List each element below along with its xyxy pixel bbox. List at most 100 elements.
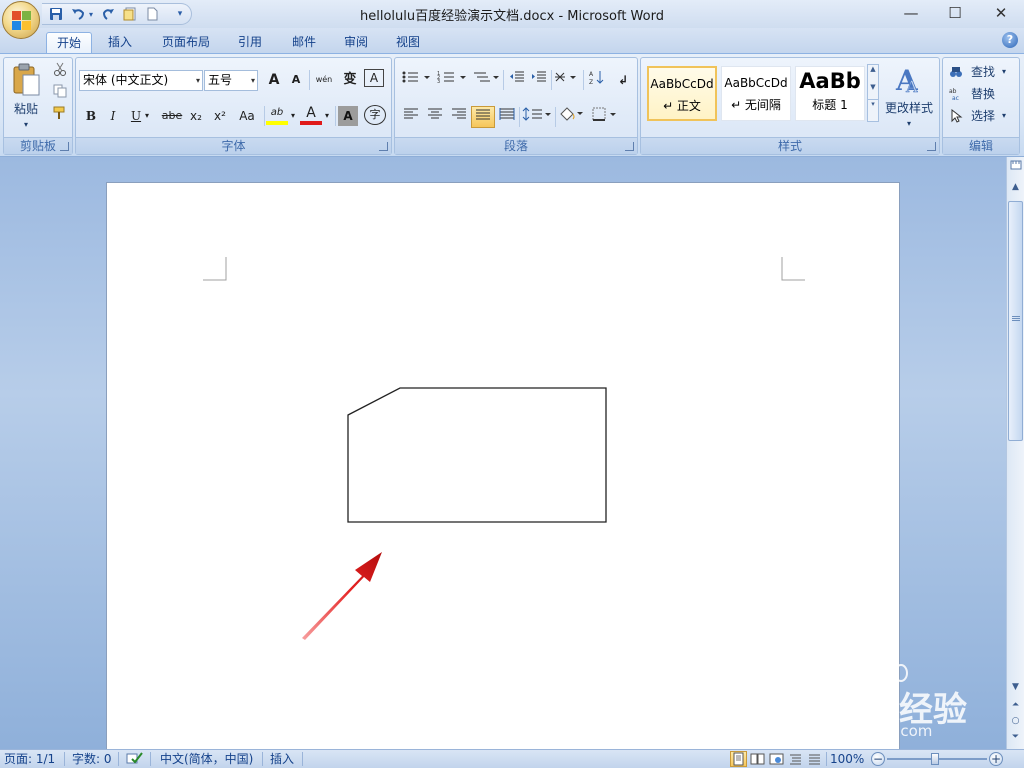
tab-view[interactable]: 视图: [386, 32, 430, 54]
font-color-button[interactable]: A: [300, 105, 322, 125]
word-count[interactable]: 字数: 0: [72, 751, 112, 768]
scroll-up-icon[interactable]: ▲: [1008, 179, 1023, 195]
char-change-button[interactable]: 变: [338, 69, 362, 91]
align-center-icon[interactable]: [423, 106, 447, 128]
highlight-dropdown-icon[interactable]: ▾: [288, 105, 298, 127]
page-count[interactable]: 页面: 1/1: [4, 751, 55, 768]
vertical-scrollbar[interactable]: ▲ ▼ ⏶ ○ ⏷: [1006, 157, 1024, 749]
office-logo-icon: [12, 11, 31, 30]
superscript-button[interactable]: x²: [208, 105, 232, 127]
maximize-button[interactable]: ☐: [940, 2, 970, 24]
tab-references[interactable]: 引用: [228, 32, 272, 54]
grow-font-button[interactable]: A: [262, 69, 286, 91]
zoom-in-button[interactable]: +: [989, 752, 1003, 766]
enclose-char-button[interactable]: 字: [364, 105, 386, 125]
chevron-down-icon: ▾: [1001, 67, 1006, 76]
select-label: 选择: [970, 109, 995, 123]
subscript-button[interactable]: x₂: [184, 105, 208, 127]
find-button[interactable]: 查找 ▾: [947, 62, 1017, 82]
scroll-thumb[interactable]: [1008, 201, 1023, 441]
pinyin-guide-button[interactable]: wén: [312, 69, 336, 91]
document-page[interactable]: [106, 182, 900, 752]
copy-icon[interactable]: [48, 83, 72, 105]
line-spacing-icon[interactable]: [521, 106, 553, 128]
tab-home[interactable]: 开始: [46, 32, 93, 54]
proofing-icon[interactable]: [126, 751, 144, 768]
select-browse-object-icon[interactable]: ○: [1008, 713, 1023, 729]
help-icon[interactable]: ?: [1002, 32, 1018, 48]
close-button[interactable]: ✕: [986, 2, 1016, 24]
multilevel-list-icon[interactable]: [471, 69, 501, 91]
zoom-slider-thumb[interactable]: [931, 753, 939, 765]
tab-mailings[interactable]: 邮件: [282, 32, 326, 54]
distribute-icon[interactable]: [495, 106, 519, 128]
style-no-spacing[interactable]: AaBbCcDd ↵ 无间隔: [721, 66, 791, 121]
paste-button[interactable]: 粘贴 ▾: [8, 61, 44, 133]
styles-gallery-scroll[interactable]: ▲ ▼ ▾: [867, 64, 879, 122]
outline-view-icon[interactable]: [787, 751, 804, 767]
snip-corner-rectangle-shape[interactable]: [347, 387, 609, 525]
ruler-toggle-icon[interactable]: [1008, 159, 1023, 175]
gallery-more-icon[interactable]: ▾: [868, 99, 878, 108]
bold-button[interactable]: B: [79, 105, 103, 127]
styles-launcher-icon[interactable]: [927, 142, 936, 151]
paragraph-launcher-icon[interactable]: [625, 142, 634, 151]
next-page-icon[interactable]: ⏷: [1008, 729, 1023, 745]
cut-icon[interactable]: [48, 61, 72, 83]
chevron-down-icon[interactable]: ▼: [868, 83, 878, 91]
font-launcher-icon[interactable]: [379, 142, 388, 151]
borders-icon[interactable]: [591, 106, 621, 128]
change-styles-button[interactable]: A A 更改样式 ▾: [881, 60, 937, 136]
decrease-indent-icon[interactable]: [505, 69, 529, 91]
strikethrough-button[interactable]: abe: [160, 105, 184, 127]
shrink-font-button[interactable]: A: [284, 69, 308, 91]
shading-bucket-icon[interactable]: [557, 106, 587, 128]
numbering-icon[interactable]: 123: [435, 69, 469, 91]
replace-button[interactable]: ab ac 替换: [947, 84, 1017, 104]
minimize-button[interactable]: —: [896, 2, 926, 24]
insert-mode-indicator[interactable]: 插入: [270, 751, 294, 768]
office-button[interactable]: [2, 1, 40, 39]
style-sample: AaBb: [799, 69, 861, 93]
text-highlight-button[interactable]: ab: [266, 105, 288, 125]
baidu-watermark: Baidu经验 jingyan.baidu.com: [790, 662, 980, 742]
font-color-dropdown-icon[interactable]: ▾: [322, 105, 332, 127]
tab-page-layout[interactable]: 页面布局: [152, 32, 220, 54]
italic-button[interactable]: I: [101, 105, 125, 127]
print-layout-view-icon[interactable]: [730, 751, 747, 767]
zoom-out-button[interactable]: −: [871, 752, 885, 766]
tab-insert[interactable]: 插入: [98, 32, 142, 54]
align-left-icon[interactable]: [399, 106, 423, 128]
underline-dropdown-icon[interactable]: ▾: [142, 105, 152, 127]
draft-view-icon[interactable]: [806, 751, 823, 767]
show-marks-icon[interactable]: ↲: [611, 69, 635, 91]
style-sample: AaBbCcDd: [724, 76, 788, 90]
tab-review[interactable]: 审阅: [334, 32, 378, 54]
bullets-icon[interactable]: [399, 69, 433, 91]
scroll-down-icon[interactable]: ▼: [1008, 679, 1023, 695]
clipboard-launcher-icon[interactable]: [60, 142, 69, 151]
align-right-icon[interactable]: [447, 106, 471, 128]
style-heading-1[interactable]: AaBb 标题 1: [795, 66, 865, 121]
language-indicator[interactable]: 中文(简体，中国): [160, 751, 253, 768]
full-screen-reading-view-icon[interactable]: [749, 751, 766, 767]
chevron-down-icon: ▾: [250, 76, 255, 85]
format-painter-icon[interactable]: [48, 105, 72, 127]
char-shading-button[interactable]: A: [338, 106, 358, 126]
font-size-combo[interactable]: 五号 ▾: [204, 70, 258, 91]
sort-icon[interactable]: AZ: [585, 69, 609, 91]
justify-icon[interactable]: [471, 106, 495, 128]
previous-page-icon[interactable]: ⏶: [1008, 697, 1023, 713]
web-layout-view-icon[interactable]: [768, 751, 785, 767]
increase-indent-icon[interactable]: [527, 69, 551, 91]
style-normal[interactable]: AaBbCcDd ↵ 正文: [647, 66, 717, 121]
change-case-button[interactable]: Aa: [233, 105, 261, 127]
font-name-value: 宋体 (中文正文): [83, 73, 169, 87]
chinese-layout-icon[interactable]: [553, 69, 581, 91]
font-name-combo[interactable]: 宋体 (中文正文) ▾: [79, 70, 203, 91]
chevron-up-icon[interactable]: ▲: [868, 65, 878, 73]
editing-group: 查找 ▾ ab ac 替换 选择 ▾ 编辑: [942, 57, 1020, 155]
zoom-level[interactable]: 100%: [830, 751, 864, 768]
select-button[interactable]: 选择 ▾: [947, 106, 1017, 126]
char-border-button[interactable]: A: [364, 69, 384, 87]
